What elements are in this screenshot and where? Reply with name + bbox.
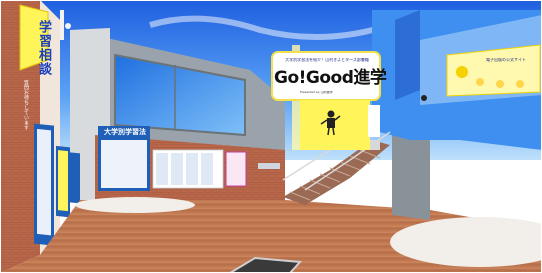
left-wall-title: 学習相談: [36, 20, 51, 76]
metaverse-scene[interactable]: 大学別学習法を紹介！山村きよとターズ部書籍 Go!Good進学 Presente…: [0, 0, 542, 273]
scene-graphics: [0, 0, 542, 273]
board-title: 大学別学習法: [104, 128, 146, 136]
main-sign-top-text: 大学別学習法を紹介！山村きよとターズ部書籍: [285, 58, 369, 62]
main-sign-title: Go!Good進学: [274, 68, 387, 88]
main-sign-subtitle: Presented by 山村進学: [300, 91, 333, 94]
right-sign-title: 電子出版の公式サイト: [486, 58, 526, 62]
rug-left: [75, 197, 195, 213]
left-wall-notes: 質問お待ちしています: [23, 80, 29, 130]
